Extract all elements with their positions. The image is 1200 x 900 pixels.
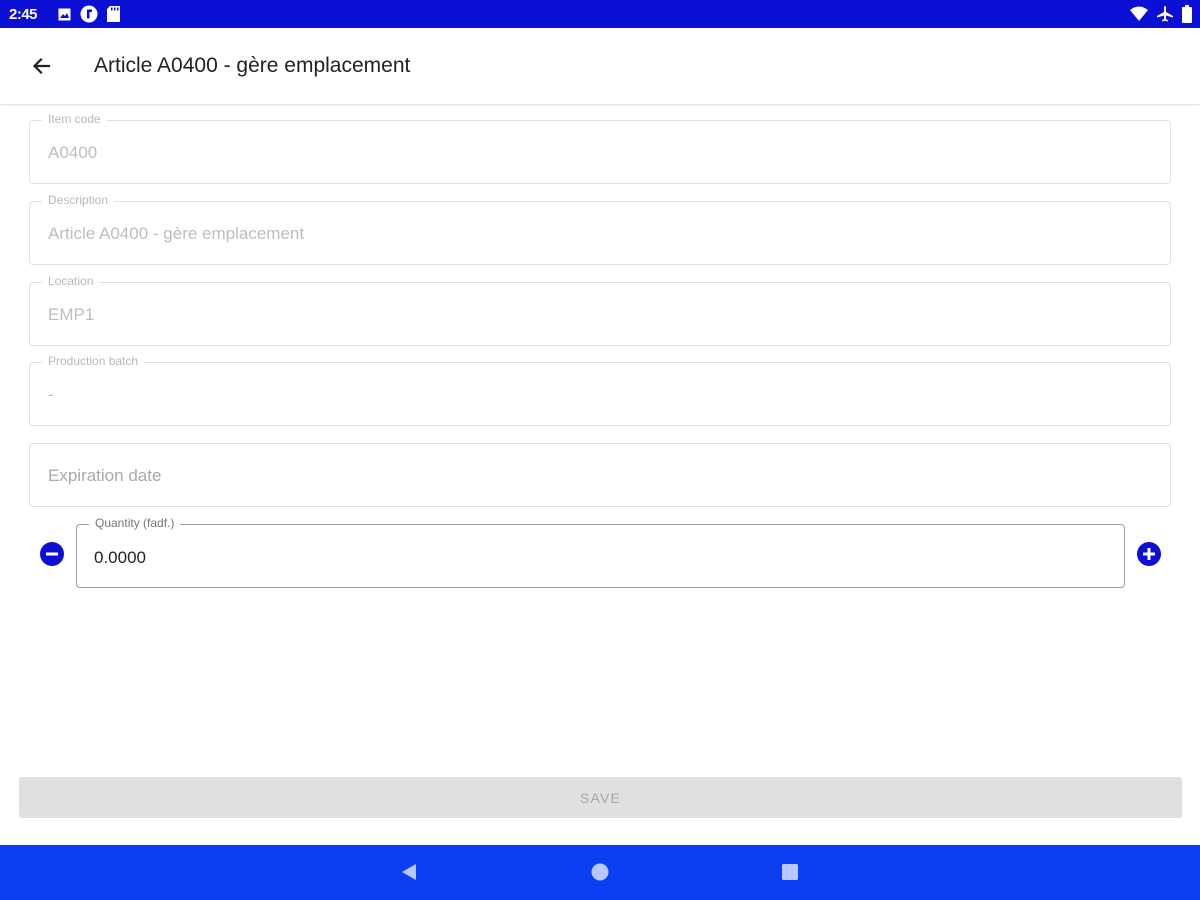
expiration-date-placeholder: Expiration date: [48, 466, 162, 485]
battery-icon: [1182, 5, 1192, 28]
quantity-value: 0.0000: [94, 548, 146, 567]
nav-recents-icon: [779, 864, 801, 887]
status-bar: 2:45: [0, 0, 1200, 28]
description-label: Description: [42, 193, 115, 207]
production-batch-label: Production batch: [42, 354, 145, 368]
production-batch-field: Production batch -: [29, 354, 1171, 426]
status-system-icons: [1130, 5, 1192, 28]
photo-notification-icon: [58, 8, 71, 26]
plus-circle-icon: [1137, 548, 1161, 570]
quantity-label: Quantity (fadf.): [89, 516, 181, 530]
navigation-bar: [0, 845, 1200, 900]
item-code-label: Item code: [42, 112, 107, 126]
minus-circle-icon: [40, 552, 64, 570]
decrement-quantity-button[interactable]: [40, 542, 64, 566]
description-field: Description Article A0400 - gère emplace…: [29, 193, 1171, 265]
increment-quantity-button[interactable]: [1137, 542, 1161, 566]
nav-home-button[interactable]: [589, 861, 611, 883]
sd-card-icon: [107, 6, 120, 27]
expiration-date-field[interactable]: Expiration date: [29, 443, 1171, 507]
back-button[interactable]: [26, 50, 58, 82]
location-label: Location: [42, 274, 100, 288]
status-notification-icons: [58, 5, 120, 28]
page-title: Article A0400 - gère emplacement: [94, 54, 411, 77]
app-bar: Article A0400 - gère emplacement: [0, 28, 1200, 105]
location-value: EMP1: [48, 305, 95, 324]
arrow-back-icon: [26, 57, 58, 86]
item-code-field: Item code A0400: [29, 112, 1171, 184]
quantity-stepper[interactable]: Quantity (fadf.) 0.0000: [76, 516, 1125, 588]
nav-home-icon: [589, 863, 611, 887]
nav-back-icon: [398, 864, 420, 887]
wifi-icon: [1130, 6, 1148, 27]
sync-notification-icon: [80, 5, 98, 28]
production-batch-value: -: [48, 385, 54, 404]
description-value: Article A0400 - gère emplacement: [48, 224, 305, 243]
nav-recents-button[interactable]: [779, 861, 801, 883]
save-button[interactable]: SAVE: [19, 777, 1182, 818]
status-time: 2:45: [9, 6, 38, 23]
airplane-mode-icon: [1156, 5, 1174, 28]
item-code-value: A0400: [48, 143, 98, 162]
nav-back-button[interactable]: [398, 861, 420, 883]
location-field: Location EMP1: [29, 274, 1171, 346]
